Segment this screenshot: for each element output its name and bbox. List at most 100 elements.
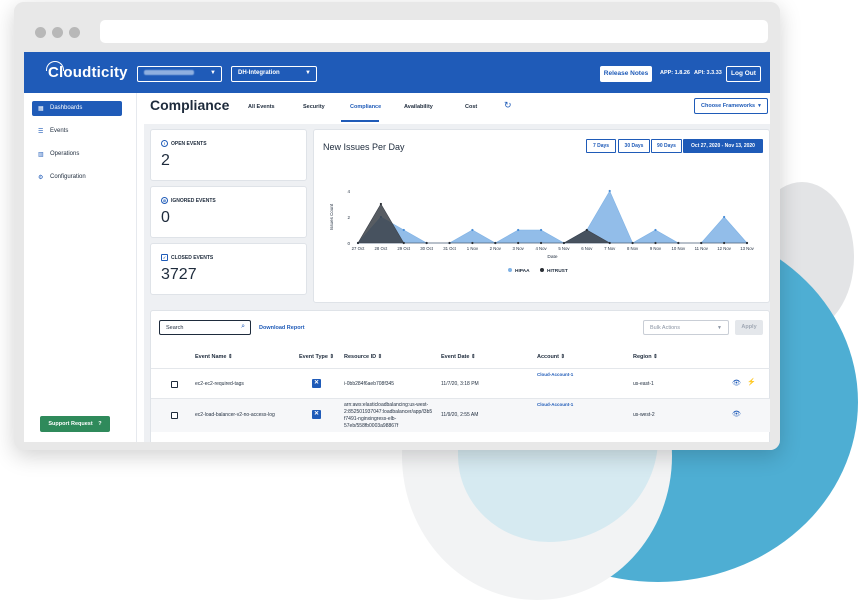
row-checkbox[interactable] bbox=[171, 412, 178, 419]
closed-events-card[interactable]: ✓ CLOSED EVENTS 3727 bbox=[150, 243, 307, 295]
cloudticity-logo[interactable]: Cloudticity bbox=[46, 61, 128, 81]
sidebar-item-events[interactable]: ☰ Events bbox=[32, 124, 122, 139]
x-tick-label: 4 Nov bbox=[535, 246, 547, 251]
open-events-label: OPEN EVENTS bbox=[171, 141, 207, 147]
column-header-account[interactable]: Account ⇕ bbox=[537, 354, 565, 360]
event-name: ec2-load-balancer-v2-no-access-log bbox=[195, 412, 275, 418]
tab-compliance[interactable]: Compliance bbox=[350, 104, 381, 110]
account-select[interactable]: ▼ bbox=[137, 66, 222, 82]
config-icon: ⚙ bbox=[38, 175, 44, 181]
account-link[interactable]: Cloud-Account-1 bbox=[537, 371, 573, 378]
address-bar[interactable] bbox=[100, 20, 768, 43]
legend-label-hipaa: HIPAA bbox=[515, 268, 530, 274]
column-header-resource-id[interactable]: Resource ID ⇕ bbox=[344, 354, 382, 360]
window-dot-icon bbox=[52, 27, 63, 38]
tab-availability[interactable]: Availability bbox=[404, 104, 433, 110]
eye-icon[interactable]: 👁 bbox=[732, 410, 741, 418]
check-icon: ✓ bbox=[161, 254, 168, 261]
closed-events-label: CLOSED EVENTS bbox=[171, 255, 214, 261]
sidebar-item-operations[interactable]: ▥ Operations bbox=[32, 147, 122, 162]
legend-marker-hitrust bbox=[540, 268, 544, 272]
data-point-hitrust bbox=[379, 202, 382, 206]
window-dot-icon bbox=[35, 27, 46, 38]
warning-icon: ! bbox=[161, 140, 168, 147]
region: us-east-1 bbox=[633, 381, 654, 387]
data-point-hitrust bbox=[631, 241, 634, 245]
x-tick-label: 3 Nov bbox=[513, 246, 525, 251]
help-icon: ? bbox=[98, 421, 102, 427]
x-tick-label: 9 Nov bbox=[650, 246, 662, 251]
apply-button[interactable]: Apply bbox=[735, 320, 763, 335]
data-point-hipaa bbox=[723, 215, 726, 219]
column-header-event-date[interactable]: Event Date ⇕ bbox=[441, 354, 476, 360]
download-report-link[interactable]: Download Report bbox=[259, 325, 305, 331]
sidebar-item-dashboards[interactable]: ▦ Dashboards bbox=[32, 101, 122, 116]
x-tick-label: 28 Oct bbox=[375, 246, 388, 251]
y-tick-label: 4 bbox=[347, 189, 350, 194]
column-header-region[interactable]: Region ⇕ bbox=[633, 354, 658, 360]
sidebar: ▦ Dashboards ☰ Events ▥ Operations ⚙ Con… bbox=[24, 93, 137, 442]
data-point-hitrust bbox=[539, 241, 543, 245]
account-link[interactable]: Cloud-Account-1 bbox=[537, 401, 573, 408]
series-area-hipaa bbox=[357, 190, 748, 244]
page-title: Compliance bbox=[150, 97, 230, 113]
x-tick-label: 5 Nov bbox=[558, 246, 570, 251]
data-point-hitrust bbox=[425, 241, 428, 245]
release-notes-button[interactable]: Release Notes bbox=[600, 66, 652, 82]
chevron-down-icon: ▼ bbox=[717, 325, 722, 331]
refresh-icon[interactable]: ↻ bbox=[504, 100, 512, 111]
environment-select[interactable]: DH-Integration ▼ bbox=[231, 66, 317, 82]
open-events-card[interactable]: ! OPEN EVENTS 2 bbox=[150, 129, 307, 181]
compliance-type-icon: ✕ bbox=[312, 379, 321, 388]
x-tick-label: 7 Nov bbox=[604, 246, 616, 251]
issues-area-chart: 0 2 4 Issues Count 27 Oct 28 Oct 29 Oct 30 Oct 3… bbox=[329, 189, 755, 274]
table-row[interactable]: ec2-load-balancer-v2-no-access-log ✕ arn… bbox=[151, 398, 770, 432]
chevron-down-icon: ▼ bbox=[757, 103, 762, 109]
x-tick-label: 29 Oct bbox=[397, 246, 410, 251]
data-point-hitrust bbox=[517, 241, 520, 245]
top-navbar: Cloudticity ▼ DH-Integration ▼ Release N… bbox=[24, 52, 770, 93]
window-dot-icon bbox=[69, 27, 80, 38]
data-point-hitrust bbox=[585, 228, 588, 232]
x-tick-label: 10 Nov bbox=[672, 246, 686, 251]
eye-icon[interactable]: 👁 bbox=[732, 379, 741, 387]
data-point-hitrust bbox=[356, 241, 360, 245]
ignored-events-card[interactable]: ⊘ IGNORED EVENTS 0 bbox=[150, 186, 307, 238]
app-frame: Cloudticity ▼ DH-Integration ▼ Release N… bbox=[24, 52, 770, 442]
data-point-hitrust bbox=[723, 241, 726, 245]
x-tick-label: 8 Nov bbox=[627, 246, 639, 251]
tab-all-events[interactable]: All Events bbox=[248, 104, 275, 110]
choose-frameworks-dropdown[interactable]: Choose Frameworks ▼ bbox=[694, 98, 768, 114]
event-date: 11/7/20, 3:18 PM bbox=[441, 381, 479, 387]
sidebar-item-configuration[interactable]: ⚙ Configuration bbox=[32, 170, 122, 185]
row-checkbox[interactable] bbox=[171, 381, 178, 388]
tab-security[interactable]: Security bbox=[303, 104, 325, 110]
search-input[interactable]: Search ⌕ bbox=[159, 320, 251, 335]
data-point-hitrust bbox=[608, 241, 611, 245]
bulk-actions-select[interactable]: Bulk Actions ▼ bbox=[643, 320, 729, 335]
tab-cost[interactable]: Cost bbox=[465, 104, 477, 110]
chevron-down-icon: ▼ bbox=[305, 70, 311, 76]
data-point-hitrust bbox=[745, 241, 749, 245]
new-issues-chart-card: New Issues Per Day 7 Days 30 Days 90 Day… bbox=[313, 129, 770, 303]
support-request-button[interactable]: Support Request ? bbox=[40, 416, 110, 432]
compliance-type-icon: ✕ bbox=[312, 410, 321, 419]
column-header-event-name[interactable]: Event Name ⇕ bbox=[195, 354, 233, 360]
table-row[interactable]: ec2-ec2-required-tags ✕ i-0bb284f6aeb708… bbox=[151, 368, 770, 398]
resource-id: arn:aws:elasticloadbalancing:us-west- 2:… bbox=[344, 402, 433, 429]
column-header-event-type[interactable]: Event Type ⇕ bbox=[299, 354, 334, 360]
x-tick-label: 2 Nov bbox=[490, 246, 502, 251]
data-point-hitrust bbox=[677, 241, 680, 245]
logout-button[interactable]: Log Out bbox=[726, 66, 761, 82]
cloud-icon bbox=[46, 61, 64, 71]
dashboard-icon: ▦ bbox=[38, 106, 44, 112]
search-icon: ⌕ bbox=[241, 323, 245, 330]
legend-label-hitrust: HITRUST bbox=[547, 268, 568, 274]
legend-marker-hipaa bbox=[508, 268, 512, 272]
x-tick-label: 27 Oct bbox=[352, 246, 365, 251]
app-version: APP: 1.8.26 bbox=[660, 70, 690, 76]
bar-chart-icon: ▥ bbox=[38, 152, 44, 158]
closed-events-value: 3727 bbox=[161, 266, 197, 283]
event-name: ec2-ec2-required-tags bbox=[195, 381, 244, 387]
lightning-icon[interactable]: ⚡ bbox=[747, 378, 756, 386]
